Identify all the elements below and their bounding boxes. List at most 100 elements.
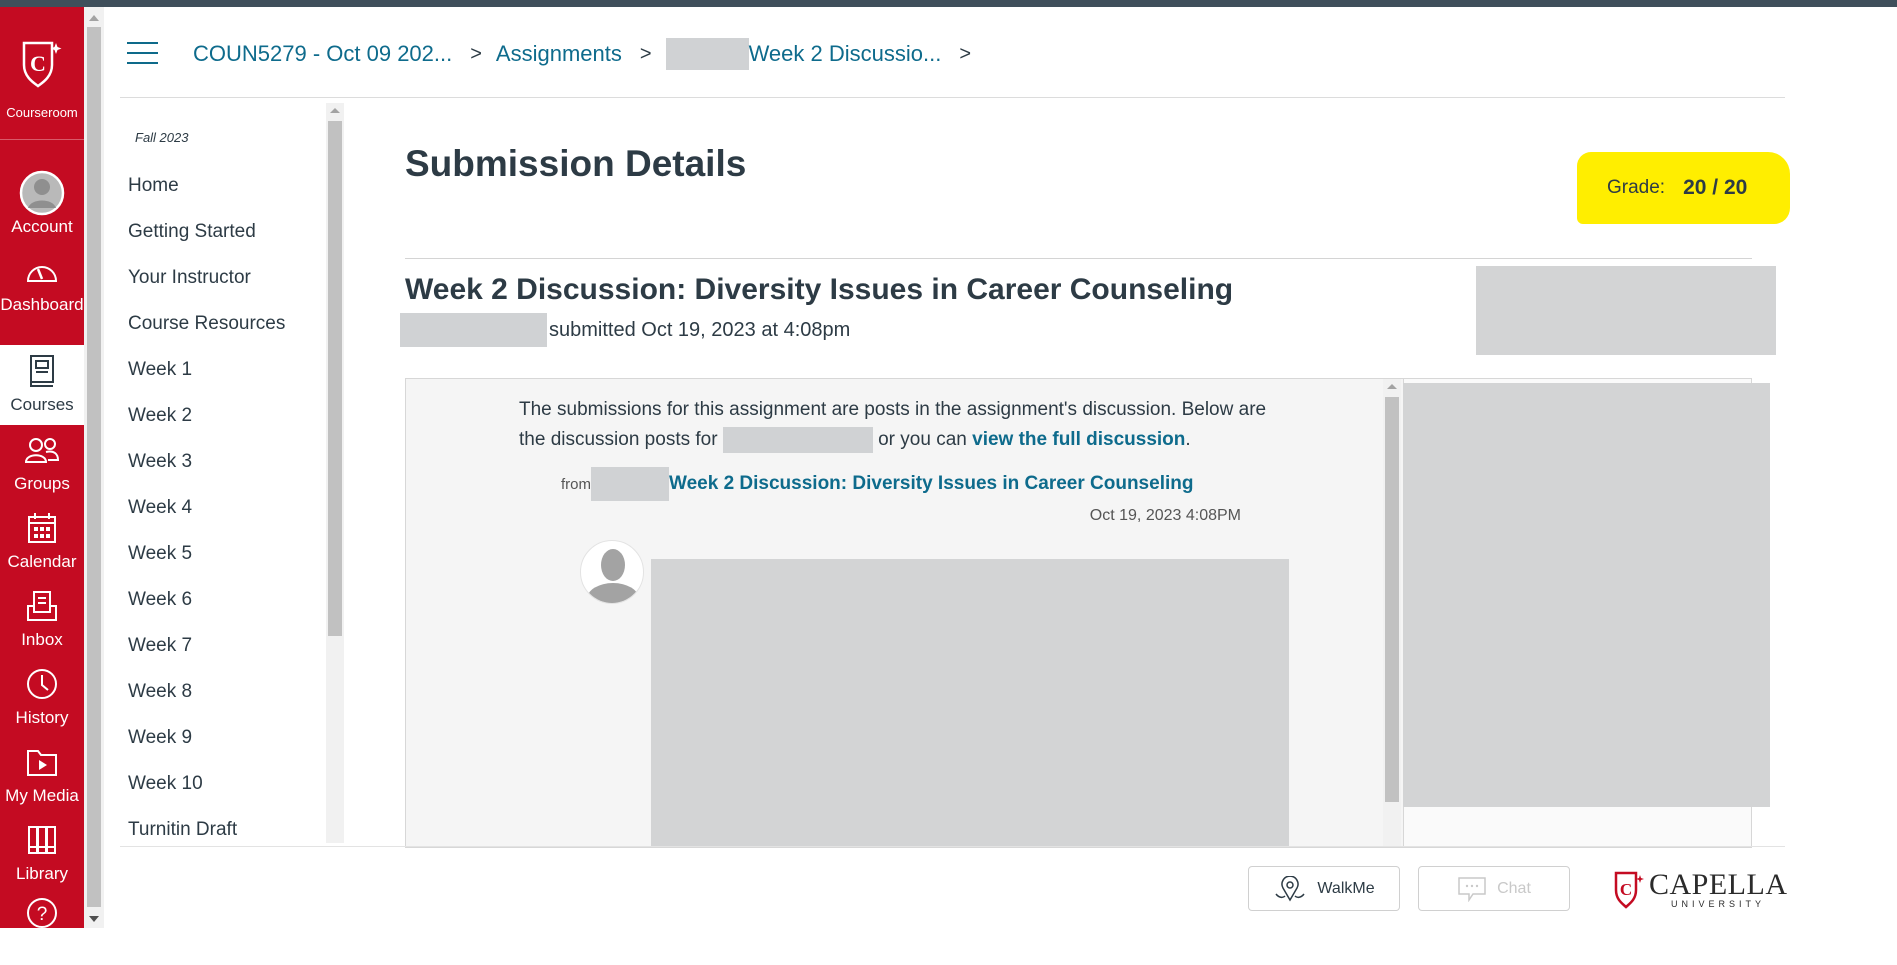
section-divider xyxy=(405,258,1752,259)
avatar[interactable] xyxy=(580,540,644,604)
breadcrumb-assignments-link[interactable]: Assignments xyxy=(496,41,622,67)
global-nav-my-media[interactable]: My Media xyxy=(0,736,84,814)
capella-university-logo: C CAPELLA UNIVERSITY xyxy=(1613,868,1787,910)
global-nav-label: Dashboard xyxy=(0,295,84,314)
global-nav-help[interactable]: ? xyxy=(0,887,84,965)
global-nav-label: Library xyxy=(16,864,68,883)
global-nav-library[interactable]: Library xyxy=(0,814,84,892)
course-nav-scrollbar[interactable] xyxy=(326,103,344,843)
global-nav-label: My Media xyxy=(5,786,79,805)
course-nav-item-course-resources[interactable]: Course Resources xyxy=(128,313,285,335)
course-nav-item-week-9[interactable]: Week 9 xyxy=(128,727,192,749)
help-icon: ? xyxy=(27,898,57,928)
svg-text:?: ? xyxy=(37,904,48,925)
scrollbar-thumb[interactable] xyxy=(1385,397,1399,802)
walkme-label: WalkMe xyxy=(1317,879,1375,897)
course-menu-toggle-button[interactable] xyxy=(127,42,158,64)
course-nav-item-week-1[interactable]: Week 1 xyxy=(128,359,192,381)
history-clock-icon xyxy=(27,669,57,699)
breadcrumb-assignment-link[interactable]: Week 2 Discussio... xyxy=(749,41,942,67)
course-nav-item-week-7[interactable]: Week 7 xyxy=(128,635,192,657)
breadcrumb-course-link[interactable]: COUN5279 - Oct 09 202... xyxy=(193,41,452,67)
browser-top-bar xyxy=(0,0,1897,7)
scroll-up-arrow-icon[interactable] xyxy=(89,15,99,21)
chat-button[interactable]: Chat xyxy=(1418,866,1570,911)
chat-label: Chat xyxy=(1497,879,1531,897)
view-full-discussion-link[interactable]: view the full discussion xyxy=(972,429,1185,450)
global-nav-account[interactable]: Account xyxy=(0,167,84,245)
groups-icon xyxy=(24,438,60,463)
intro-text: or you can xyxy=(878,429,967,450)
grade-display: Grade: 20 / 20 xyxy=(1577,152,1790,224)
header-divider xyxy=(120,97,1785,98)
scroll-down-arrow-icon[interactable] xyxy=(89,916,99,922)
course-nav-item-week-3[interactable]: Week 3 xyxy=(128,451,192,473)
course-nav-item-week-5[interactable]: Week 5 xyxy=(128,543,192,565)
global-nav-calendar[interactable]: Calendar xyxy=(0,502,84,580)
course-nav-item-turnitin-draft[interactable]: Turnitin Draft xyxy=(128,819,237,841)
page-title: Submission Details xyxy=(405,143,747,184)
redacted-block xyxy=(1403,383,1770,807)
course-nav-item-your-instructor[interactable]: Your Instructor xyxy=(128,267,251,289)
global-nav-inbox[interactable]: Inbox xyxy=(0,580,84,658)
global-nav-label: History xyxy=(15,708,69,727)
svg-text:C: C xyxy=(1620,880,1632,899)
course-nav-item-home[interactable]: Home xyxy=(128,175,179,197)
chevron-right-icon: > xyxy=(470,42,482,65)
global-nav-label: Courses xyxy=(10,395,74,414)
breadcrumb: COUN5279 - Oct 09 202... > Assignments >… xyxy=(193,38,985,70)
course-nav-item-week-2[interactable]: Week 2 xyxy=(128,405,192,427)
redacted-block xyxy=(1476,266,1776,355)
scroll-up-arrow-icon[interactable] xyxy=(1387,384,1397,389)
page-scrollbar[interactable] xyxy=(84,7,104,928)
redacted-post-body xyxy=(651,559,1289,847)
capella-shield-icon: C xyxy=(22,41,62,88)
global-nav-label: Groups xyxy=(14,474,70,493)
my-media-icon xyxy=(27,750,57,776)
global-nav-label: Calendar xyxy=(7,552,77,571)
discussion-topic-link[interactable]: Week 2 Discussion: Diversity Issues in C… xyxy=(669,473,1193,495)
global-nav-courses[interactable]: Courses xyxy=(0,345,84,425)
course-nav-item-getting-started[interactable]: Getting Started xyxy=(128,221,256,243)
post-date: Oct 19, 2023 4:08PM xyxy=(1089,507,1241,524)
scrollbar-thumb[interactable] xyxy=(328,121,342,636)
svg-text:C: C xyxy=(30,51,46,76)
course-nav-item-week-10[interactable]: Week 10 xyxy=(128,773,203,795)
course-nav-item-week-6[interactable]: Week 6 xyxy=(128,589,192,611)
submitted-timestamp: submitted Oct 19, 2023 at 4:08pm xyxy=(549,318,851,341)
discussion-intro: The submissions for this assignment are … xyxy=(519,395,1279,455)
library-icon xyxy=(28,826,56,854)
hamburger-icon xyxy=(127,42,158,44)
course-nav-item-week-8[interactable]: Week 8 xyxy=(128,681,192,703)
footer-divider xyxy=(120,846,1785,847)
calendar-icon xyxy=(28,513,56,543)
global-nav-history[interactable]: History xyxy=(0,658,84,736)
submission-info: submitted Oct 19, 2023 at 4:08pm xyxy=(400,313,850,347)
user-avatar-icon xyxy=(587,549,639,603)
capella-shield-icon: C xyxy=(1614,871,1644,909)
walkme-pin-icon xyxy=(1275,875,1306,901)
chevron-right-icon: > xyxy=(959,42,972,65)
global-nav-dashboard[interactable]: Dashboard xyxy=(0,245,84,323)
walkme-button[interactable]: WalkMe xyxy=(1248,866,1400,911)
chat-bubble-icon xyxy=(1458,876,1486,902)
account-avatar-icon xyxy=(19,170,65,216)
course-nav-item-week-4[interactable]: Week 4 xyxy=(128,497,192,519)
chevron-right-icon: > xyxy=(639,42,652,65)
assignment-title: Week 2 Discussion: Diversity Issues in C… xyxy=(405,273,1234,306)
global-nav-label: Inbox xyxy=(21,630,63,649)
grade-value: 20 / 20 xyxy=(1683,176,1748,199)
redacted-student-name xyxy=(400,313,547,347)
dashboard-gauge-icon xyxy=(26,266,58,282)
scroll-up-arrow-icon[interactable] xyxy=(330,108,340,113)
grade-label: Grade: xyxy=(1607,177,1666,198)
preview-scrollbar[interactable] xyxy=(1383,379,1401,847)
courses-book-icon xyxy=(30,355,54,387)
courseroom-label: Courseroom xyxy=(6,105,78,120)
from-label: from xyxy=(561,475,591,493)
courseroom-brand-link[interactable]: C Courseroom xyxy=(0,7,84,140)
redacted-block xyxy=(665,38,749,70)
scrollbar-thumb[interactable] xyxy=(87,27,101,907)
redacted-block xyxy=(591,467,669,501)
global-nav-groups[interactable]: Groups xyxy=(0,424,84,502)
